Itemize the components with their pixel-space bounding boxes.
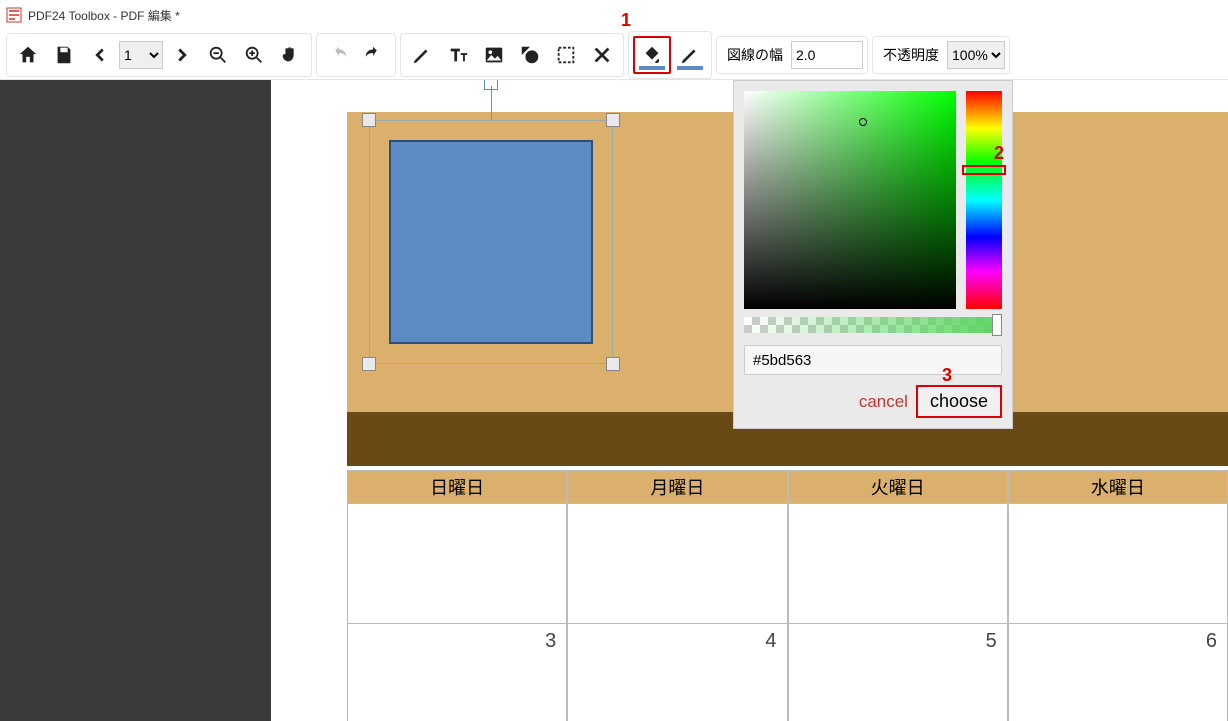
main-area: 日曜日 月曜日 火曜日 水曜日 3 4 5 6 <box>0 80 1228 721</box>
calendar-cell <box>567 504 787 624</box>
thumbnail-sidebar[interactable] <box>0 80 271 721</box>
day-number: 5 <box>986 630 997 653</box>
color-cursor[interactable] <box>859 118 867 126</box>
fill-color-button[interactable] <box>635 38 669 72</box>
calendar-cell <box>1008 504 1228 624</box>
rotation-handle[interactable] <box>484 80 498 90</box>
opacity-group: 不透明度 100% <box>872 36 1010 74</box>
day-number: 3 <box>545 630 556 653</box>
day-number: 4 <box>765 630 776 653</box>
window-title: PDF24 Toolbox - PDF 編集 * <box>28 7 180 24</box>
line-width-input[interactable] <box>791 41 863 69</box>
opacity-label: 不透明度 <box>877 45 945 65</box>
resize-handle-sw[interactable] <box>362 357 376 371</box>
calendar-cell <box>347 504 567 624</box>
undo-group <box>316 33 396 77</box>
save-button[interactable] <box>47 38 81 72</box>
prev-page-button[interactable] <box>83 38 117 72</box>
alpha-slider-thumb[interactable] <box>992 314 1002 336</box>
color-choose-button[interactable]: choose <box>916 385 1002 418</box>
redo-button[interactable] <box>321 38 355 72</box>
weekday-wed: 水曜日 <box>1008 470 1228 504</box>
weekday-tue: 火曜日 <box>788 470 1008 504</box>
pen-tool-button[interactable] <box>405 38 439 72</box>
opacity-select[interactable]: 100% <box>947 41 1005 69</box>
hex-color-input[interactable] <box>744 345 1002 375</box>
calendar-row-2: 3 4 5 6 <box>347 624 1228 721</box>
text-tool-button[interactable] <box>441 38 475 72</box>
annotation-3: 3 <box>942 365 952 386</box>
hue-slider-thumb[interactable] <box>962 165 1006 175</box>
color-cancel-button[interactable]: cancel <box>859 392 908 412</box>
image-tool-button[interactable] <box>477 38 511 72</box>
insert-group <box>400 33 624 77</box>
zoom-out-button[interactable] <box>201 38 235 72</box>
line-width-group: 図線の幅 <box>716 36 868 74</box>
home-button[interactable] <box>11 38 45 72</box>
calendar-cell: 3 <box>347 624 567 721</box>
line-width-label: 図線の幅 <box>721 45 789 65</box>
color-picker-popup: 2 3 cancel choose <box>733 80 1013 429</box>
stroke-color-button[interactable] <box>673 38 707 72</box>
weekday-mon: 月曜日 <box>567 470 787 504</box>
calendar-cell: 6 <box>1008 624 1228 721</box>
shape-tool-button[interactable] <box>513 38 547 72</box>
next-page-button[interactable] <box>165 38 199 72</box>
resize-handle-nw[interactable] <box>362 113 376 127</box>
select-area-button[interactable] <box>549 38 583 72</box>
rotation-line <box>491 86 492 120</box>
annotation-2: 2 <box>994 143 1004 164</box>
color-saturation-area[interactable] <box>744 91 956 309</box>
resize-handle-ne[interactable] <box>606 113 620 127</box>
calendar-row-1 <box>347 504 1228 624</box>
weekday-sun: 日曜日 <box>347 470 567 504</box>
rectangle-shape[interactable] <box>389 140 593 344</box>
resize-handle-se[interactable] <box>606 357 620 371</box>
calendar-cell <box>788 504 1008 624</box>
calendar-cell: 5 <box>788 624 1008 721</box>
window-titlebar: PDF24 Toolbox - PDF 編集 * <box>0 0 1228 30</box>
alpha-slider[interactable] <box>744 317 1002 333</box>
weekday-header-row: 日曜日 月曜日 火曜日 水曜日 <box>347 470 1228 504</box>
nav-group: 1 <box>6 33 312 77</box>
calendar-cell: 4 <box>567 624 787 721</box>
delete-tool-button[interactable] <box>585 38 619 72</box>
app-logo-icon <box>6 7 22 23</box>
hue-slider[interactable]: 2 <box>966 91 1002 309</box>
undo-button[interactable] <box>357 38 391 72</box>
pan-hand-button[interactable] <box>273 38 307 72</box>
annotation-1: 1 <box>621 10 631 31</box>
page-select[interactable]: 1 <box>119 41 163 69</box>
main-toolbar: 1 1 図線の幅 不透明度 100% <box>0 30 1228 80</box>
calendar-grid: 3 4 5 6 <box>347 504 1228 721</box>
selected-shape[interactable] <box>369 120 613 364</box>
color-group: 1 <box>628 31 712 79</box>
zoom-in-button[interactable] <box>237 38 271 72</box>
canvas-area[interactable]: 日曜日 月曜日 火曜日 水曜日 3 4 5 6 <box>271 80 1228 721</box>
day-number: 6 <box>1206 630 1217 653</box>
